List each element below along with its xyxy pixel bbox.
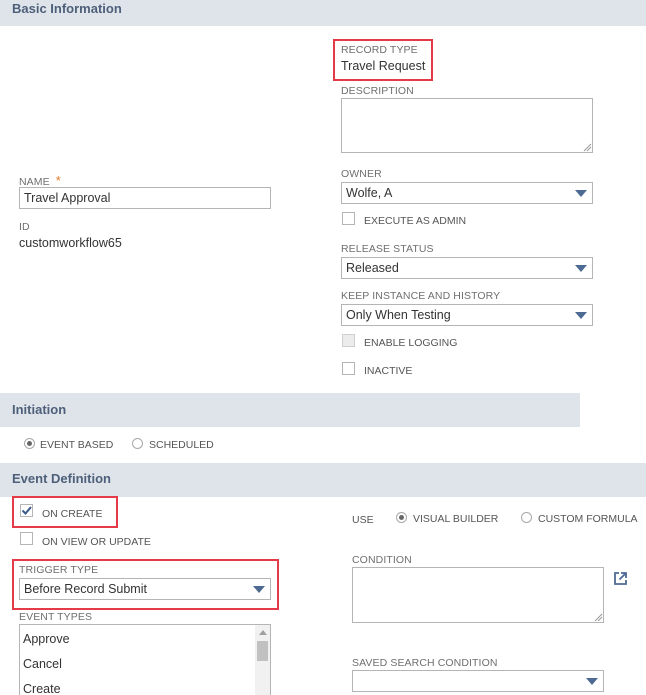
chevron-down-icon [586, 678, 598, 685]
on-create-label: ON CREATE [42, 508, 103, 520]
on-view-update-label: ON VIEW OR UPDATE [42, 536, 151, 548]
section-header-basic-information: Basic Information [0, 0, 646, 26]
chevron-down-icon [253, 586, 265, 593]
event-types-listbox[interactable]: Approve Cancel Create [19, 624, 271, 695]
open-popup-icon[interactable] [613, 571, 628, 586]
chevron-down-icon [575, 190, 587, 197]
name-label: NAME * [19, 173, 61, 188]
scrollbar-thumb[interactable] [257, 641, 268, 661]
inactive-checkbox[interactable] [342, 362, 355, 375]
visual-builder-radio[interactable] [396, 512, 407, 523]
execute-as-admin-label: EXECUTE AS ADMIN [364, 215, 467, 227]
list-item[interactable]: Approve [23, 632, 70, 646]
event-based-radio[interactable] [24, 438, 35, 449]
section-title: Initiation [12, 402, 67, 417]
required-asterisk: * [55, 173, 61, 188]
list-item[interactable]: Cancel [23, 657, 62, 671]
list-item[interactable]: Create [23, 682, 61, 695]
custom-formula-radio[interactable] [521, 512, 532, 523]
custom-formula-label: CUSTOM FORMULA [538, 513, 638, 525]
section-header-initiation: Initiation [0, 393, 580, 427]
resize-handle-icon[interactable] [594, 613, 603, 622]
trigger-type-select[interactable]: Before Record Submit [19, 578, 271, 600]
on-create-checkbox[interactable] [20, 504, 33, 517]
resize-handle-icon[interactable] [583, 143, 592, 152]
chevron-down-icon [575, 265, 587, 272]
scheduled-radio[interactable] [132, 438, 143, 449]
event-based-label: EVENT BASED [40, 439, 114, 451]
trigger-type-label: TRIGGER TYPE [19, 564, 99, 576]
section-header-event-definition: Event Definition [0, 463, 646, 497]
saved-search-condition-label: SAVED SEARCH CONDITION [352, 657, 498, 669]
record-type-value: Travel Request [341, 59, 426, 73]
record-type-label: RECORD TYPE [341, 44, 418, 56]
condition-textarea[interactable] [352, 567, 604, 623]
saved-search-condition-select[interactable] [352, 670, 604, 692]
condition-label: CONDITION [352, 554, 412, 566]
keep-instance-select[interactable]: Only When Testing [341, 304, 593, 326]
description-textarea[interactable] [341, 98, 593, 153]
owner-select[interactable]: Wolfe, A [341, 182, 593, 204]
name-input[interactable]: Travel Approval [19, 187, 271, 209]
enable-logging-label: ENABLE LOGGING [364, 337, 458, 349]
keep-instance-label: KEEP INSTANCE AND HISTORY [341, 290, 501, 302]
visual-builder-label: VISUAL BUILDER [413, 513, 499, 525]
checkmark-icon [21, 506, 32, 515]
section-title: Basic Information [12, 1, 122, 16]
inactive-label: INACTIVE [364, 365, 413, 377]
on-view-update-checkbox[interactable] [20, 532, 33, 545]
release-status-label: RELEASE STATUS [341, 243, 434, 255]
event-types-label: EVENT TYPES [19, 611, 93, 623]
enable-logging-checkbox[interactable] [342, 334, 355, 347]
chevron-down-icon [575, 312, 587, 319]
owner-label: OWNER [341, 168, 382, 180]
description-label: DESCRIPTION [341, 85, 414, 97]
id-value: customworkflow65 [19, 236, 122, 250]
scheduled-label: SCHEDULED [149, 439, 214, 451]
section-title: Event Definition [12, 471, 111, 486]
scrollbar[interactable] [255, 625, 270, 695]
release-status-select[interactable]: Released [341, 257, 593, 279]
use-label: USE [352, 514, 374, 526]
scroll-up-arrow-icon[interactable] [259, 630, 267, 635]
id-label: ID [19, 221, 30, 233]
execute-as-admin-checkbox[interactable] [342, 212, 355, 225]
